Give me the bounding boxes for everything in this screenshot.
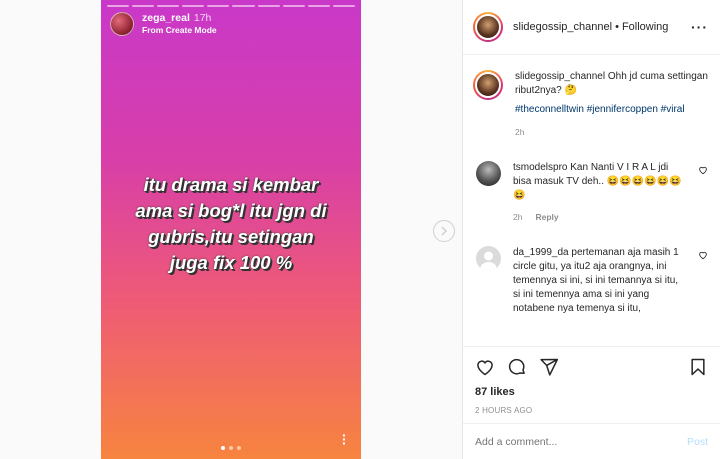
next-arrow-button[interactable] [433, 220, 455, 242]
following-button[interactable]: Following [622, 21, 668, 33]
commenter-avatar[interactable] [476, 246, 501, 271]
comment-item: da_1999_da pertemanan aja masih 1 circle… [473, 246, 708, 316]
commenter-avatar[interactable] [476, 161, 501, 186]
comment-time: 2h [513, 212, 523, 222]
likes-count[interactable]: 87 likes [475, 386, 708, 398]
story-progress-segment [257, 5, 280, 7]
add-comment-input[interactable] [475, 435, 687, 448]
caption: slidegossip_channel Ohh jd cuma settinga… [473, 70, 708, 139]
page-dot[interactable] [237, 446, 241, 450]
author-avatar[interactable] [473, 12, 503, 42]
commenter-username[interactable]: da_1999_da [513, 247, 569, 258]
story-progress-segment [207, 5, 230, 7]
more-vertical-icon[interactable]: · · · [342, 428, 347, 450]
post-header: slidegossip_channel • Following ··· [463, 0, 720, 55]
more-horizontal-icon[interactable]: ··· [691, 19, 708, 35]
like-comment-heart-icon[interactable] [698, 250, 708, 260]
story-progress-segment [132, 5, 155, 7]
story-avatar[interactable] [110, 12, 134, 36]
post-actions: 87 likes 2 HOURS AGO [463, 346, 720, 415]
instagram-post-view: zega_real 17h From Create Mode itu drama … [0, 0, 720, 459]
add-comment-bar: Post [463, 423, 720, 459]
story-time: 17h [193, 12, 212, 24]
story-progress-segment [107, 5, 130, 7]
post-timestamp: 2 HOURS AGO [475, 406, 533, 415]
story-caption-text: itu drama si kembar ama si bog*l itu jgn… [135, 174, 327, 273]
caption-avatar[interactable] [473, 70, 503, 100]
caption-hashtags[interactable]: #theconnelltwin #jennifercoppen #viral [515, 103, 708, 117]
story-media[interactable]: zega_real 17h From Create Mode itu drama … [101, 0, 361, 459]
story-progress-bar [107, 5, 355, 7]
author-username[interactable]: slidegossip_channel [513, 21, 612, 33]
story-progress-segment [332, 5, 355, 7]
reply-button[interactable]: Reply [535, 210, 558, 224]
bookmark-icon[interactable] [688, 357, 708, 377]
comment-icon[interactable] [507, 357, 527, 377]
story-progress-segment [182, 5, 205, 7]
story-progress-segment [282, 5, 305, 7]
story-username[interactable]: zega_real [142, 12, 190, 24]
story-subtitle: From Create Mode [142, 25, 217, 36]
story-progress-segment [157, 5, 180, 7]
like-comment-heart-icon[interactable] [698, 165, 708, 175]
chevron-right-icon [441, 226, 448, 236]
caption-username[interactable]: slidegossip_channel [515, 71, 605, 82]
story-progress-segment [232, 5, 255, 7]
header-separator: • [615, 21, 619, 33]
page-dot[interactable] [229, 446, 233, 450]
comments-list[interactable]: slidegossip_channel Ohh jd cuma settinga… [463, 56, 720, 346]
story-header: zega_real 17h From Create Mode [110, 12, 217, 36]
post-side-panel: slidegossip_channel • Following ··· slid… [462, 0, 720, 459]
post-button[interactable]: Post [687, 436, 708, 448]
default-avatar-icon [480, 251, 497, 271]
commenter-username[interactable]: tsmodelspro [513, 162, 567, 173]
page-dot[interactable] [221, 446, 225, 450]
heart-icon[interactable] [475, 357, 495, 377]
comment-item: tsmodelspro Kan Nanti V I R A L jdi bisa… [473, 161, 708, 224]
caption-time: 2h [515, 127, 525, 137]
story-page-dots [101, 446, 361, 450]
story-progress-segment [307, 5, 330, 7]
story-username-row: zega_real 17h [142, 12, 217, 25]
share-icon[interactable] [539, 357, 559, 377]
